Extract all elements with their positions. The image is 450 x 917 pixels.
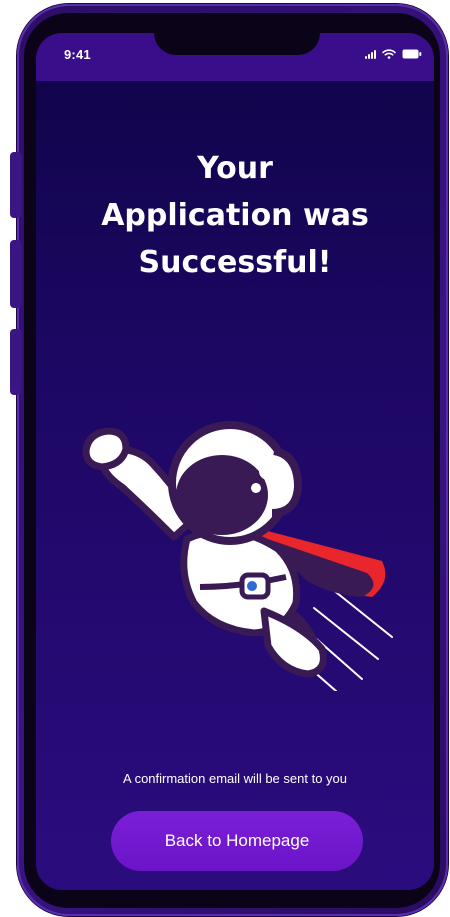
back-to-homepage-button[interactable]: Back to Homepage — [111, 811, 363, 871]
title-line: Your — [197, 151, 273, 186]
phone-side-button — [10, 329, 22, 395]
status-bar: 9:41 — [36, 33, 434, 81]
title-line: Successful! — [138, 245, 332, 280]
battery-icon — [402, 49, 422, 59]
status-icons — [365, 49, 422, 59]
title-line: Application was — [101, 198, 369, 233]
phone-side-button — [10, 152, 22, 218]
phone-notch — [154, 33, 320, 55]
status-time: 9:41 — [64, 47, 91, 62]
page-title: Your Application was Successful! — [66, 145, 404, 286]
signal-icon — [365, 49, 376, 59]
confirmation-message: A confirmation email will be sent to you — [123, 771, 347, 786]
wifi-icon — [382, 49, 396, 59]
app-screen: 9:41 Your Application was Successful! A … — [36, 33, 434, 890]
astronaut-illustration — [82, 421, 393, 691]
phone-side-button — [10, 240, 22, 308]
